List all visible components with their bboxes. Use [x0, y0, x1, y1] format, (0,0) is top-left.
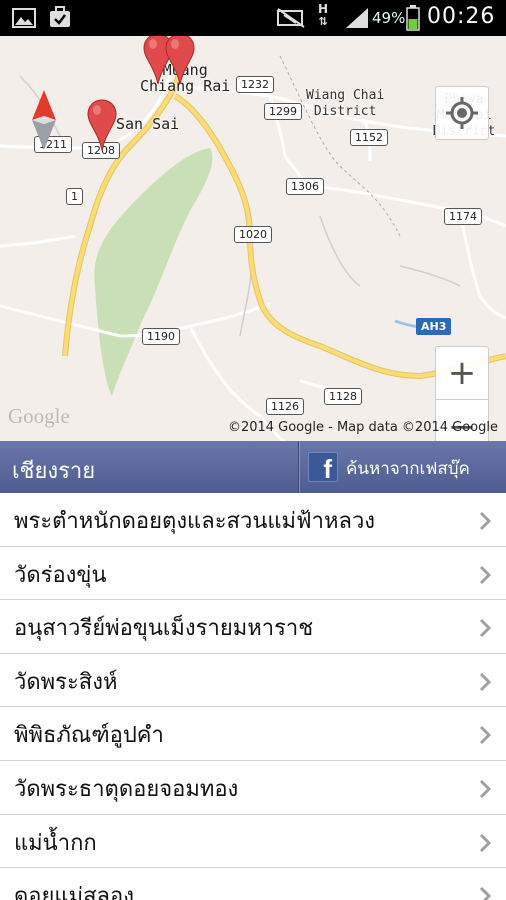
- battery-icon: [406, 5, 420, 31]
- list-item[interactable]: วัดร่องขุ่น: [0, 547, 506, 601]
- facebook-icon: f: [308, 452, 338, 484]
- road-shield: 1306: [286, 178, 324, 195]
- list-item[interactable]: อนุสาวรีย์พ่อขุนเม็งรายมหาราช: [0, 600, 506, 654]
- signal-icon: [346, 8, 368, 28]
- road-shield: 1174: [444, 208, 482, 225]
- gallery-icon: [12, 8, 36, 28]
- my-location-button[interactable]: [435, 86, 489, 140]
- map-marker-icon[interactable]: [86, 98, 118, 152]
- road-shield: AH3: [416, 318, 452, 335]
- chevron-right-icon: [479, 833, 492, 852]
- road-shield: 1126: [266, 398, 304, 415]
- chevron-right-icon: [479, 565, 492, 584]
- facebook-search-button[interactable]: f ค้นหาจากเฟสบุ๊ค: [302, 441, 506, 493]
- map-place-label: San Sai: [116, 115, 180, 133]
- road-shield: 1190: [142, 328, 180, 345]
- zoom-in-button[interactable]: +: [436, 347, 488, 400]
- battery-percent: 49%: [372, 9, 406, 27]
- list-item[interactable]: วัดพระสิงห์: [0, 654, 506, 708]
- map-attribution[interactable]: ©2014 Google - Map data ©2014 Google: [228, 420, 498, 435]
- crosshair-icon: [446, 97, 478, 129]
- map-view[interactable]: Muang Chiang Rai San Sai Wiang Chai Dist…: [0, 36, 506, 441]
- facebook-search-label: ค้นหาจากเฟสบุ๊ค: [346, 459, 470, 479]
- compass-icon[interactable]: [30, 90, 58, 150]
- list-item-label: วัดพระธาตุดอยจอมทอง: [14, 776, 239, 802]
- chevron-right-icon: [479, 779, 492, 799]
- chevron-right-icon: [479, 511, 492, 531]
- list-item-label: พิพิธภัณฑ์อูปคำ: [14, 723, 164, 749]
- task-icon: [50, 6, 70, 27]
- list-item-label: ดอยแม่สลอง: [14, 884, 134, 900]
- list-item[interactable]: ดอยแม่สลอง: [0, 868, 506, 900]
- road-shield: 1152: [350, 129, 388, 146]
- clock: 00:26: [427, 4, 496, 29]
- road-shield: 1299: [264, 103, 302, 120]
- map-marker-icon[interactable]: [164, 36, 196, 86]
- status-bar: H ⇅ 49% 00:26: [0, 0, 506, 36]
- network-h-icon: H ⇅: [317, 2, 329, 28]
- list-item-label: วัดร่องขุ่น: [14, 562, 107, 588]
- road-shield: 1128: [324, 388, 362, 405]
- chevron-right-icon: [479, 887, 492, 900]
- list-item-label: อนุสาวรีย์พ่อขุนเม็งรายมหาราช: [14, 616, 314, 642]
- list-item-label: พระตำหนักดอยตุงและสวนแม่ฟ้าหลวง: [14, 509, 376, 534]
- chevron-right-icon: [479, 726, 492, 745]
- chevron-right-icon: [479, 672, 492, 691]
- map-place-label: Wiang Chai District: [306, 88, 385, 119]
- mute-icon: [277, 8, 305, 28]
- list-item[interactable]: พระตำหนักดอยตุงและสวนแม่ฟ้าหลวง: [0, 493, 506, 547]
- list-item-label: แม่น้ำกก: [14, 830, 97, 856]
- road-shield: 1: [66, 188, 83, 205]
- road-shield: 1020: [234, 226, 272, 243]
- chevron-right-icon: [479, 619, 492, 638]
- list-item[interactable]: พิพิธภัณฑ์อูปคำ: [0, 707, 506, 761]
- header-divider: [298, 441, 300, 493]
- place-list[interactable]: พระตำหนักดอยตุงและสวนแม่ฟ้าหลวง วัดร่องข…: [0, 493, 506, 900]
- page-title: เชียงราย: [12, 459, 96, 484]
- header-bar: เชียงราย f ค้นหาจากเฟสบุ๊ค: [0, 441, 506, 493]
- list-item[interactable]: วัดพระธาตุดอยจอมทอง: [0, 761, 506, 815]
- road-shield: 1232: [236, 76, 274, 93]
- google-logo: Google: [8, 404, 70, 428]
- list-item-label: วัดพระสิงห์: [14, 669, 118, 695]
- list-item[interactable]: แม่น้ำกก: [0, 815, 506, 869]
